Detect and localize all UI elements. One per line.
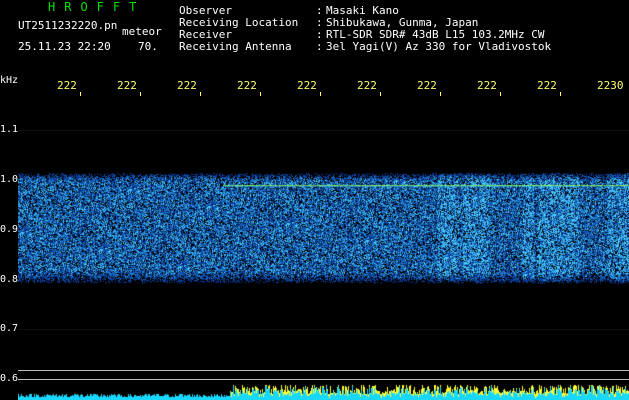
time-tick-mark (260, 92, 261, 96)
time-tick-mark (320, 92, 321, 96)
antenna-label: Receiving Antenna (179, 40, 292, 53)
time-tick-mark (500, 92, 501, 96)
time-tick: 222 (537, 79, 557, 92)
time-tick: 222 (297, 79, 317, 92)
baseline-upper-line (18, 370, 629, 371)
date-time: 25.11.23 22:20 (18, 40, 111, 53)
baseline-lower-line (18, 379, 629, 380)
mode-label: meteor (122, 25, 162, 38)
freq-tick-label: 0.7 (0, 323, 19, 334)
time-tick: 222 (357, 79, 377, 92)
freq-tick-label: 1.1 (0, 124, 19, 135)
time-tick-mark (140, 92, 141, 96)
time-tick: 222 (57, 79, 77, 92)
freq-tick-label: 1.0 (0, 174, 19, 185)
time-tick: 222 (177, 79, 197, 92)
time-tick-mark (80, 92, 81, 96)
freq-tick-label: 0.9 (0, 224, 19, 235)
time-tick-mark (440, 92, 441, 96)
freq-tick-label: 0.6 (0, 373, 19, 384)
freq-tick-label: 0.8 (0, 274, 19, 285)
time-tick-mark (380, 92, 381, 96)
signal-histogram (18, 381, 629, 400)
time-tick-mark (560, 92, 561, 96)
frequency-unit-label: kHz (0, 75, 19, 86)
time-tick-mark (200, 92, 201, 96)
antenna-colon: : (316, 40, 323, 53)
freq-gridline (18, 130, 629, 131)
time-tick: 222 (117, 79, 137, 92)
antenna-value: 3el Yagi(V) Az 330 for Vladivostok (326, 40, 552, 53)
freq-gridline (18, 329, 629, 330)
app-title: HROFFT (48, 0, 146, 14)
spectrogram-viewer: HROFFT UT2511232220.pn meteor 25.11.23 2… (0, 0, 629, 400)
file-name: UT2511232220.pn (18, 19, 118, 32)
spectrogram-waterfall (18, 172, 629, 284)
time-tick: 222 (237, 79, 257, 92)
time-tick: 222 (417, 79, 437, 92)
count-label: 70. (138, 40, 158, 53)
time-tick: 2230 (597, 79, 624, 92)
time-tick: 222 (477, 79, 497, 92)
